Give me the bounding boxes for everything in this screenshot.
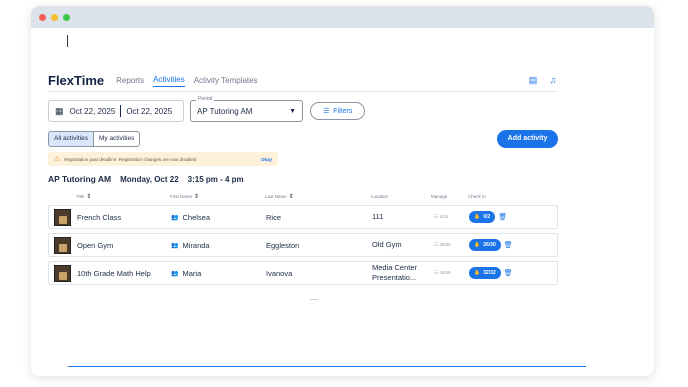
message-icon[interactable]: ▤ [528, 75, 538, 86]
warning-icon: ⚠ [54, 156, 61, 163]
bell-icon[interactable]: ♫ [548, 75, 558, 86]
hand-icon: ✋ [474, 270, 481, 276]
bottom-divider [68, 366, 586, 367]
row-last-name: Eggleston [266, 240, 300, 250]
title-bar [31, 6, 654, 28]
row-last-name: Rice [266, 212, 282, 222]
row-title: Open Gym [77, 240, 114, 250]
col-first-name[interactable]: First Name ⇕ [170, 193, 265, 200]
table-row[interactable]: French Class 👥 Chelsea Rice 111 ☷ 2/14 ✋ 0… [48, 205, 558, 229]
row-manage[interactable]: ☷ 2/14 [432, 214, 469, 220]
maximize-window-button[interactable] [63, 13, 70, 21]
people-icon: 👥 [171, 214, 179, 221]
table-header: Title ⇕ First Name ⇕ Last Name ⇕ Location M… [48, 191, 558, 201]
row-last-name: Ivanova [266, 268, 293, 278]
row-checkin: ✋ 26/30 🗑 [469, 239, 513, 251]
row-first-name: 👥 Chelsea [171, 212, 211, 222]
row-title: French Class [77, 212, 122, 222]
date-range-picker[interactable]: ▦ Oct 22, 2025 Oct 22, 2025 [48, 100, 184, 122]
row-manage[interactable]: ☷ 30/30 [432, 242, 469, 248]
nav-actions: ▤ ♫ [528, 75, 558, 86]
app-logo: FlexTime [48, 73, 105, 88]
filters-button[interactable]: ☰ Filters [310, 102, 366, 120]
row-first-name: 👥 Miranda [171, 240, 210, 250]
top-nav: FlexTime Reports Activities Activity Tem… [48, 73, 558, 92]
people-icon: 👥 [171, 242, 179, 249]
minimize-window-button[interactable] [51, 13, 58, 21]
activity-thumbnail [54, 264, 71, 282]
period-select[interactable]: Period AP Tutoring AM ▼ [190, 96, 303, 122]
row-checkin: ✋ 32/32 🗑 [469, 267, 513, 279]
filters-row: ▦ Oct 22, 2025 Oct 22, 2025 Period AP Tu… [48, 96, 558, 122]
date-end[interactable]: Oct 22, 2025 [126, 107, 172, 116]
roster-icon: ☷ [434, 270, 439, 275]
row-first-name: 👥 Maria [171, 268, 202, 278]
checkin-button[interactable]: ✋ 32/32 [469, 267, 501, 279]
checkin-button[interactable]: ✋ 0/2 [469, 211, 496, 223]
row-location: Media Center Presentatio... [372, 263, 418, 282]
checkin-button[interactable]: ✋ 26/30 [469, 239, 501, 251]
activity-thumbnail [54, 236, 71, 254]
calendar-icon: ▦ [55, 105, 64, 116]
all-activities-tab[interactable]: All activities [49, 131, 94, 146]
heading-date: Monday, Oct 22 [120, 175, 179, 184]
col-location: Location [371, 193, 389, 199]
add-activity-button[interactable]: Add activity [497, 129, 558, 148]
my-activities-tab[interactable]: My activities [94, 132, 139, 146]
period-value: AP Tutoring AM [197, 106, 253, 116]
table-row[interactable]: 10th Grade Math Help 👥 Maria Ivanova Medi… [48, 261, 558, 285]
trash-icon[interactable]: 🗑 [504, 269, 513, 277]
row-location: Old Gym [372, 240, 402, 249]
filters-label: Filters [333, 107, 353, 115]
period-label: Period [196, 96, 215, 102]
activity-scope-toggle: All activities My activities [48, 130, 141, 147]
period-heading: AP Tutoring AM Monday, Oct 22 3:15 pm - … [48, 174, 558, 184]
warning-text: Registration past deadline: Registration… [64, 156, 197, 162]
text-cursor [67, 35, 68, 47]
heading-time: 3:15 pm - 4 pm [187, 175, 244, 184]
trash-icon[interactable]: 🗑 [498, 213, 507, 221]
sort-icon: ⇕ [194, 193, 200, 200]
registration-warning-banner: ⚠ Registration past deadline: Registrati… [48, 152, 278, 166]
hand-icon: ✋ [474, 214, 481, 220]
trash-icon[interactable]: 🗑 [504, 241, 513, 249]
col-checkin: Check In [468, 193, 486, 199]
chevron-down-icon: ▼ [289, 107, 296, 115]
col-manage: Manage [431, 193, 448, 199]
date-start[interactable]: Oct 22, 2025 [70, 107, 116, 116]
nav-reports[interactable]: Reports [116, 76, 144, 85]
col-title[interactable]: Title ⇕ [70, 193, 170, 200]
activity-thumbnail [54, 208, 71, 226]
row-title: 10th Grade Math Help [77, 268, 151, 278]
people-icon: 👥 [171, 270, 179, 277]
nav-activity-templates[interactable]: Activity Templates [194, 76, 258, 85]
row-checkin: ✋ 0/2 🗑 [469, 211, 513, 223]
roster-icon: ☷ [434, 214, 439, 219]
col-last-name[interactable]: Last Name ⇕ [265, 193, 371, 200]
toggle-row: All activities My activities Add activit… [48, 129, 558, 148]
sort-icon: ⇕ [288, 193, 294, 200]
row-location: 111 [372, 212, 384, 221]
sort-icon: ⇕ [86, 193, 92, 200]
okay-button[interactable]: Okay [261, 157, 272, 162]
hand-icon: ✋ [474, 242, 481, 248]
nav-activities[interactable]: Activities [153, 75, 185, 87]
row-manage[interactable]: ☷ 42/48 [432, 270, 469, 276]
date-separator [120, 105, 122, 117]
close-window-button[interactable] [39, 13, 46, 21]
roster-icon: ☷ [434, 242, 439, 247]
table-row[interactable]: Open Gym 👥 Miranda Eggleston Old Gym ☷ 30… [48, 233, 558, 257]
scroll-indicator [310, 299, 318, 300]
filter-icon: ☰ [323, 108, 330, 115]
heading-period: AP Tutoring AM [48, 174, 112, 184]
app-content: FlexTime Reports Activities Activity Tem… [48, 73, 558, 285]
